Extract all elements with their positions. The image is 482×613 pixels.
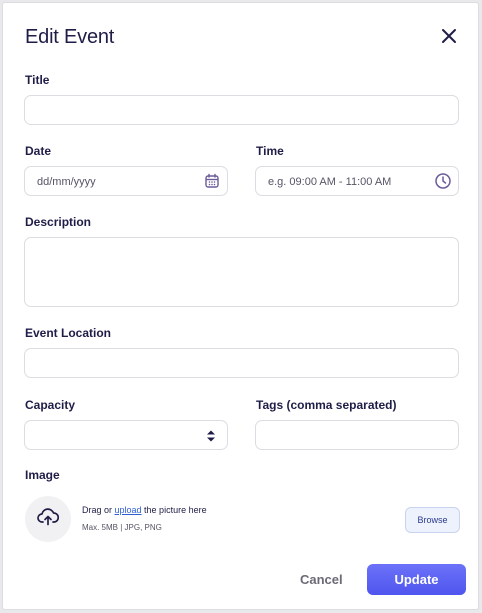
- upload-link[interactable]: upload: [115, 505, 142, 515]
- capacity-input[interactable]: [24, 420, 228, 450]
- date-input[interactable]: dd/mm/yyyy: [24, 166, 228, 196]
- update-button[interactable]: Update: [367, 564, 466, 595]
- upload-instructions: Drag or upload the picture here: [82, 505, 207, 515]
- close-icon[interactable]: [439, 26, 459, 46]
- browse-button[interactable]: Browse: [405, 507, 460, 533]
- cancel-button[interactable]: Cancel: [300, 572, 343, 587]
- location-label: Event Location: [25, 326, 112, 340]
- drag-suffix: the picture here: [141, 505, 207, 515]
- description-textarea[interactable]: [24, 237, 459, 307]
- date-label: Date: [25, 144, 52, 158]
- dialog-title: Edit Event: [25, 26, 115, 48]
- stepper-icon[interactable]: [205, 429, 217, 446]
- time-placeholder: e.g. 09:00 AM - 11:00 AM: [268, 176, 392, 188]
- description-label: Description: [25, 215, 92, 229]
- location-input[interactable]: [24, 348, 459, 378]
- image-label: Image: [25, 468, 60, 482]
- clock-icon[interactable]: [434, 172, 452, 193]
- cloud-upload-icon: [37, 507, 60, 532]
- edit-event-dialog: Edit Event Title Date dd/mm/yyyy Time e.…: [2, 2, 479, 610]
- tags-label: Tags (comma separated): [256, 398, 397, 412]
- date-placeholder: dd/mm/yyyy: [37, 176, 96, 188]
- calendar-icon[interactable]: [204, 173, 220, 192]
- upload-hint: Max. 5MB | JPG, PNG: [82, 523, 162, 532]
- time-label: Time: [256, 144, 284, 158]
- capacity-label: Capacity: [25, 398, 76, 412]
- tags-input[interactable]: [255, 420, 459, 450]
- upload-dropzone[interactable]: [25, 496, 71, 542]
- title-label: Title: [25, 73, 50, 87]
- time-input[interactable]: e.g. 09:00 AM - 11:00 AM: [255, 166, 459, 196]
- drag-prefix: Drag or: [82, 505, 115, 515]
- title-input[interactable]: [24, 95, 459, 125]
